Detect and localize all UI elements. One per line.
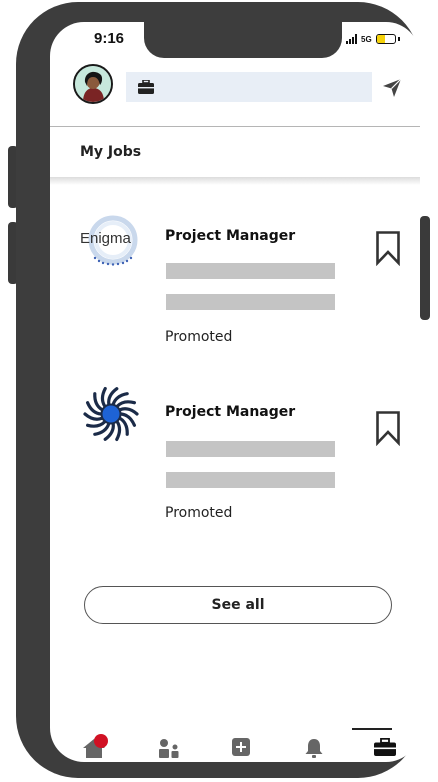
job-card[interactable]: Project Manager Promoted (50, 387, 420, 542)
app-header (50, 62, 420, 126)
phone-mockup: 9:16 5G My Jobs Enigma Project Manager P… (0, 0, 438, 782)
send-icon[interactable] (382, 78, 402, 98)
header-divider (50, 126, 420, 127)
phone-screen: 9:16 5G My Jobs Enigma Project Manager P… (50, 22, 420, 762)
job-detail-placeholder (166, 294, 335, 310)
company-logo-text: Enigma (80, 230, 131, 247)
sun-logo-ray (115, 400, 136, 408)
status-indicators: 5G (346, 34, 400, 44)
tab-jobs[interactable] (374, 737, 398, 760)
sun-logo-ray (118, 416, 129, 436)
promoted-label: Promoted (165, 329, 233, 345)
tab-post[interactable] (232, 738, 256, 760)
sun-logo-ray (93, 392, 104, 412)
notification-badge (94, 734, 108, 748)
post-icon (232, 738, 250, 756)
company-logo-enigma: Enigma (80, 214, 150, 274)
job-detail-placeholder (166, 472, 335, 488)
signal-icon (346, 34, 357, 44)
bookmark-outline-icon[interactable] (375, 410, 401, 446)
tab-my-network[interactable] (158, 738, 182, 760)
bottom-tab-bar (50, 728, 420, 762)
phone-frame: 9:16 5G My Jobs Enigma Project Manager P… (16, 2, 420, 778)
jobs-briefcase-icon (374, 737, 396, 756)
briefcase-icon (138, 80, 154, 94)
see-all-button[interactable]: See all (84, 586, 392, 624)
phone-side-button-right (420, 216, 430, 320)
profile-avatar[interactable] (73, 64, 113, 104)
bookmark-outline-icon[interactable] (375, 230, 401, 266)
job-title[interactable]: Project Manager (165, 228, 295, 244)
job-title[interactable]: Project Manager (165, 404, 295, 420)
job-detail-placeholder (166, 263, 335, 279)
section-title: My Jobs (80, 144, 142, 160)
search-input[interactable] (126, 72, 372, 102)
my-network-icon (159, 739, 179, 758)
section-divider (50, 177, 420, 185)
phone-notch (144, 22, 342, 58)
status-time: 9:16 (94, 30, 125, 47)
battery-icon (375, 34, 396, 44)
network-type: 5G (361, 34, 372, 44)
job-detail-placeholder (166, 441, 335, 457)
sun-logo-ray (100, 387, 107, 408)
job-card[interactable]: Enigma Project Manager Promoted (50, 214, 420, 364)
tab-notifications[interactable] (304, 738, 328, 760)
sun-logo-ray (86, 420, 107, 428)
company-logo-sun (80, 387, 150, 452)
tab-home[interactable] (82, 734, 108, 760)
notifications-bell-icon (305, 739, 323, 758)
promoted-label: Promoted (165, 505, 233, 521)
sun-logo-ray (115, 420, 122, 441)
